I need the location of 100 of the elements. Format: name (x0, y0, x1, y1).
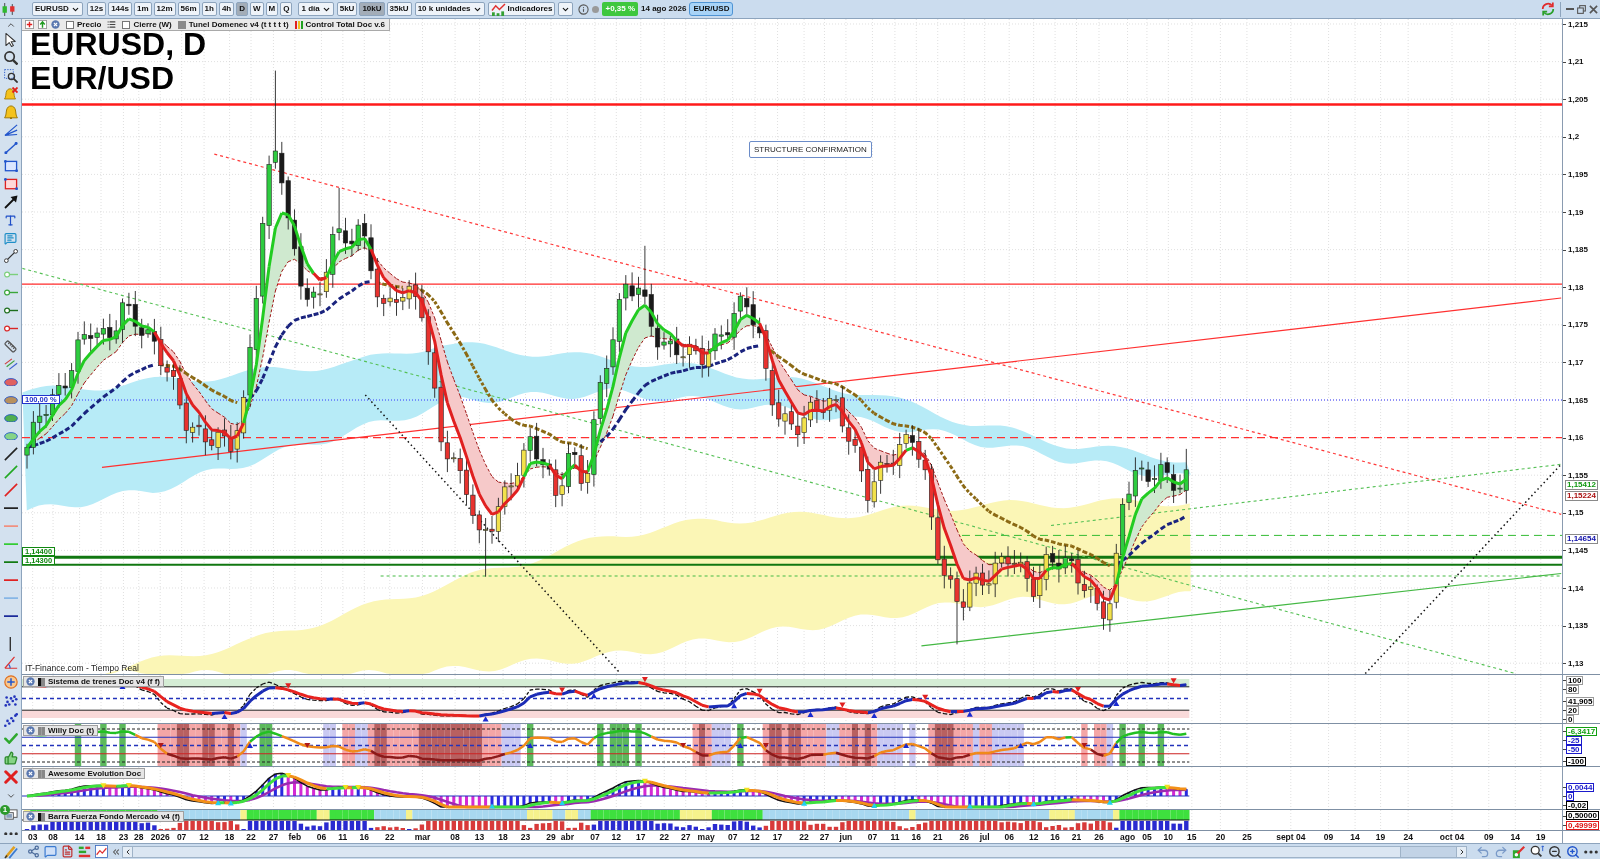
timeframe-button[interactable]: M (265, 2, 279, 16)
vertical-line-icon[interactable] (9, 636, 12, 651)
zoom-area-icon[interactable] (3, 69, 18, 83)
arrow-up-icon[interactable] (38, 20, 47, 29)
candles-icon[interactable] (2, 2, 15, 16)
vertical-band (1138, 724, 1145, 766)
indicators-button[interactable]: Indicadores (487, 2, 556, 16)
timeframe-button[interactable]: 56m (177, 2, 200, 16)
rectangle-icon[interactable] (3, 177, 18, 191)
timeframe-button[interactable]: 12s (86, 2, 107, 16)
restore-icon[interactable] (1577, 4, 1586, 14)
timeframe-button[interactable]: 4h (218, 2, 235, 16)
bell-cross-icon[interactable] (3, 87, 18, 101)
add-icon[interactable] (25, 20, 34, 29)
line-dot-icon[interactable] (3, 324, 18, 332)
triangle-down-icon (304, 742, 311, 749)
axis-value-label: 41,905 (1566, 696, 1595, 706)
cross-icon[interactable] (3, 769, 18, 784)
document-icon[interactable] (61, 845, 74, 858)
rectangle-icon[interactable] (3, 159, 18, 173)
price-tick-label: 1,21 (1568, 57, 1584, 67)
unit-preset-button[interactable]: 5kU (336, 2, 358, 16)
chat-icon[interactable] (44, 845, 57, 858)
chart-window-icon[interactable] (95, 845, 108, 858)
ellipse-icon[interactable] (3, 377, 18, 387)
diagonal-line-icon[interactable] (3, 447, 18, 461)
fan-lines-icon[interactable] (3, 123, 18, 137)
date-tick-label: 15 (1187, 832, 1197, 842)
symbol-dropdown[interactable]: EURUSD (32, 2, 83, 16)
timeframe-button[interactable]: W (250, 2, 264, 16)
date-tick-label: 19 (1375, 832, 1386, 842)
close-icon[interactable] (26, 726, 35, 735)
period-dropdown[interactable]: 1 día (298, 2, 334, 16)
unit-preset-button[interactable]: 35kU (386, 2, 412, 16)
triangle-down-icon (922, 694, 929, 700)
legend-label: Cierre (W) (133, 20, 172, 29)
triangle-down-icon (1081, 742, 1088, 749)
bars-icon[interactable] (78, 845, 91, 858)
zoom-in-icon[interactable] (1566, 844, 1580, 859)
crosshair-circle-icon[interactable] (3, 674, 18, 689)
more-icon[interactable] (1584, 849, 1598, 854)
horizontal-line-icon[interactable] (3, 506, 18, 510)
pencil-box-icon[interactable] (1512, 844, 1526, 859)
units-dropdown[interactable]: 10 k unidades (414, 2, 485, 16)
ellipse-icon[interactable] (3, 431, 18, 441)
list-icon[interactable] (107, 20, 117, 29)
more-icon[interactable] (3, 831, 18, 836)
ellipse-icon[interactable] (3, 413, 18, 423)
scrollbar-thumb[interactable] (1400, 846, 1456, 857)
text-icon[interactable] (4, 213, 17, 227)
check-icon[interactable] (3, 732, 18, 745)
timeframe-button[interactable]: 1m (133, 2, 152, 16)
close-icon[interactable] (26, 812, 35, 821)
line-dot-icon[interactable] (3, 270, 18, 278)
segment-icon[interactable] (3, 249, 18, 263)
checkbox[interactable] (122, 20, 131, 29)
date-tick-label: 07 (590, 832, 600, 842)
arrow-icon[interactable] (3, 195, 18, 209)
close-icon[interactable] (51, 20, 60, 29)
magnifier-arrow-icon[interactable] (1530, 844, 1544, 859)
close-icon[interactable] (1589, 4, 1598, 14)
price-tick-label: 1,185 (1568, 245, 1589, 255)
share-icon[interactable] (27, 845, 40, 858)
timeframe-button[interactable]: 144s (108, 2, 132, 16)
info-icon[interactable] (578, 3, 590, 15)
timeframe-button[interactable]: Q (280, 2, 293, 16)
ruler-icon[interactable] (4, 339, 17, 353)
chevron-up-icon[interactable] (5, 20, 16, 30)
line-dot-icon[interactable] (3, 306, 18, 314)
cursor-arrow-icon[interactable] (4, 33, 17, 47)
zoom-out-icon[interactable] (1548, 844, 1562, 859)
triangle-down-icon (559, 687, 566, 693)
thumbs-up-icon[interactable] (3, 750, 18, 765)
timeframe-button[interactable]: 1h (201, 2, 217, 16)
unit-preset-button[interactable]: 10kU (359, 2, 385, 16)
scroll-right-button[interactable] (1456, 845, 1467, 858)
checkbox[interactable] (66, 20, 74, 29)
close-icon[interactable] (26, 769, 35, 778)
triangle-up-icon (871, 802, 878, 808)
line-dot-icon[interactable] (3, 288, 18, 296)
indicators-dropdown[interactable] (558, 2, 574, 16)
search-icon[interactable] (3, 51, 18, 65)
timeframe-button[interactable]: D (236, 2, 248, 16)
date-tick-label: 03 (27, 832, 38, 842)
wave-dots-icon[interactable] (3, 712, 18, 727)
instrument-badge: EUR/USD (689, 2, 734, 16)
date-tick-label: 23 (520, 832, 531, 842)
horizontal-line-icon[interactable] (3, 614, 18, 618)
refresh-icon[interactable] (1541, 2, 1555, 16)
pencil-ruler-icon[interactable] (4, 844, 18, 859)
scatter-dots-icon[interactable] (3, 693, 18, 708)
date-tick-label: 10 (1163, 832, 1174, 842)
scroll-left-button[interactable] (122, 845, 133, 858)
timeframe-button[interactable]: 12m (153, 2, 176, 16)
ellipse-icon[interactable] (3, 395, 18, 405)
parallel-lines-icon[interactable] (3, 357, 18, 371)
triangle-down-icon (100, 783, 107, 789)
bell-icon[interactable] (3, 105, 18, 119)
line-tool-icon[interactable] (3, 141, 18, 155)
close-icon[interactable] (26, 677, 35, 686)
